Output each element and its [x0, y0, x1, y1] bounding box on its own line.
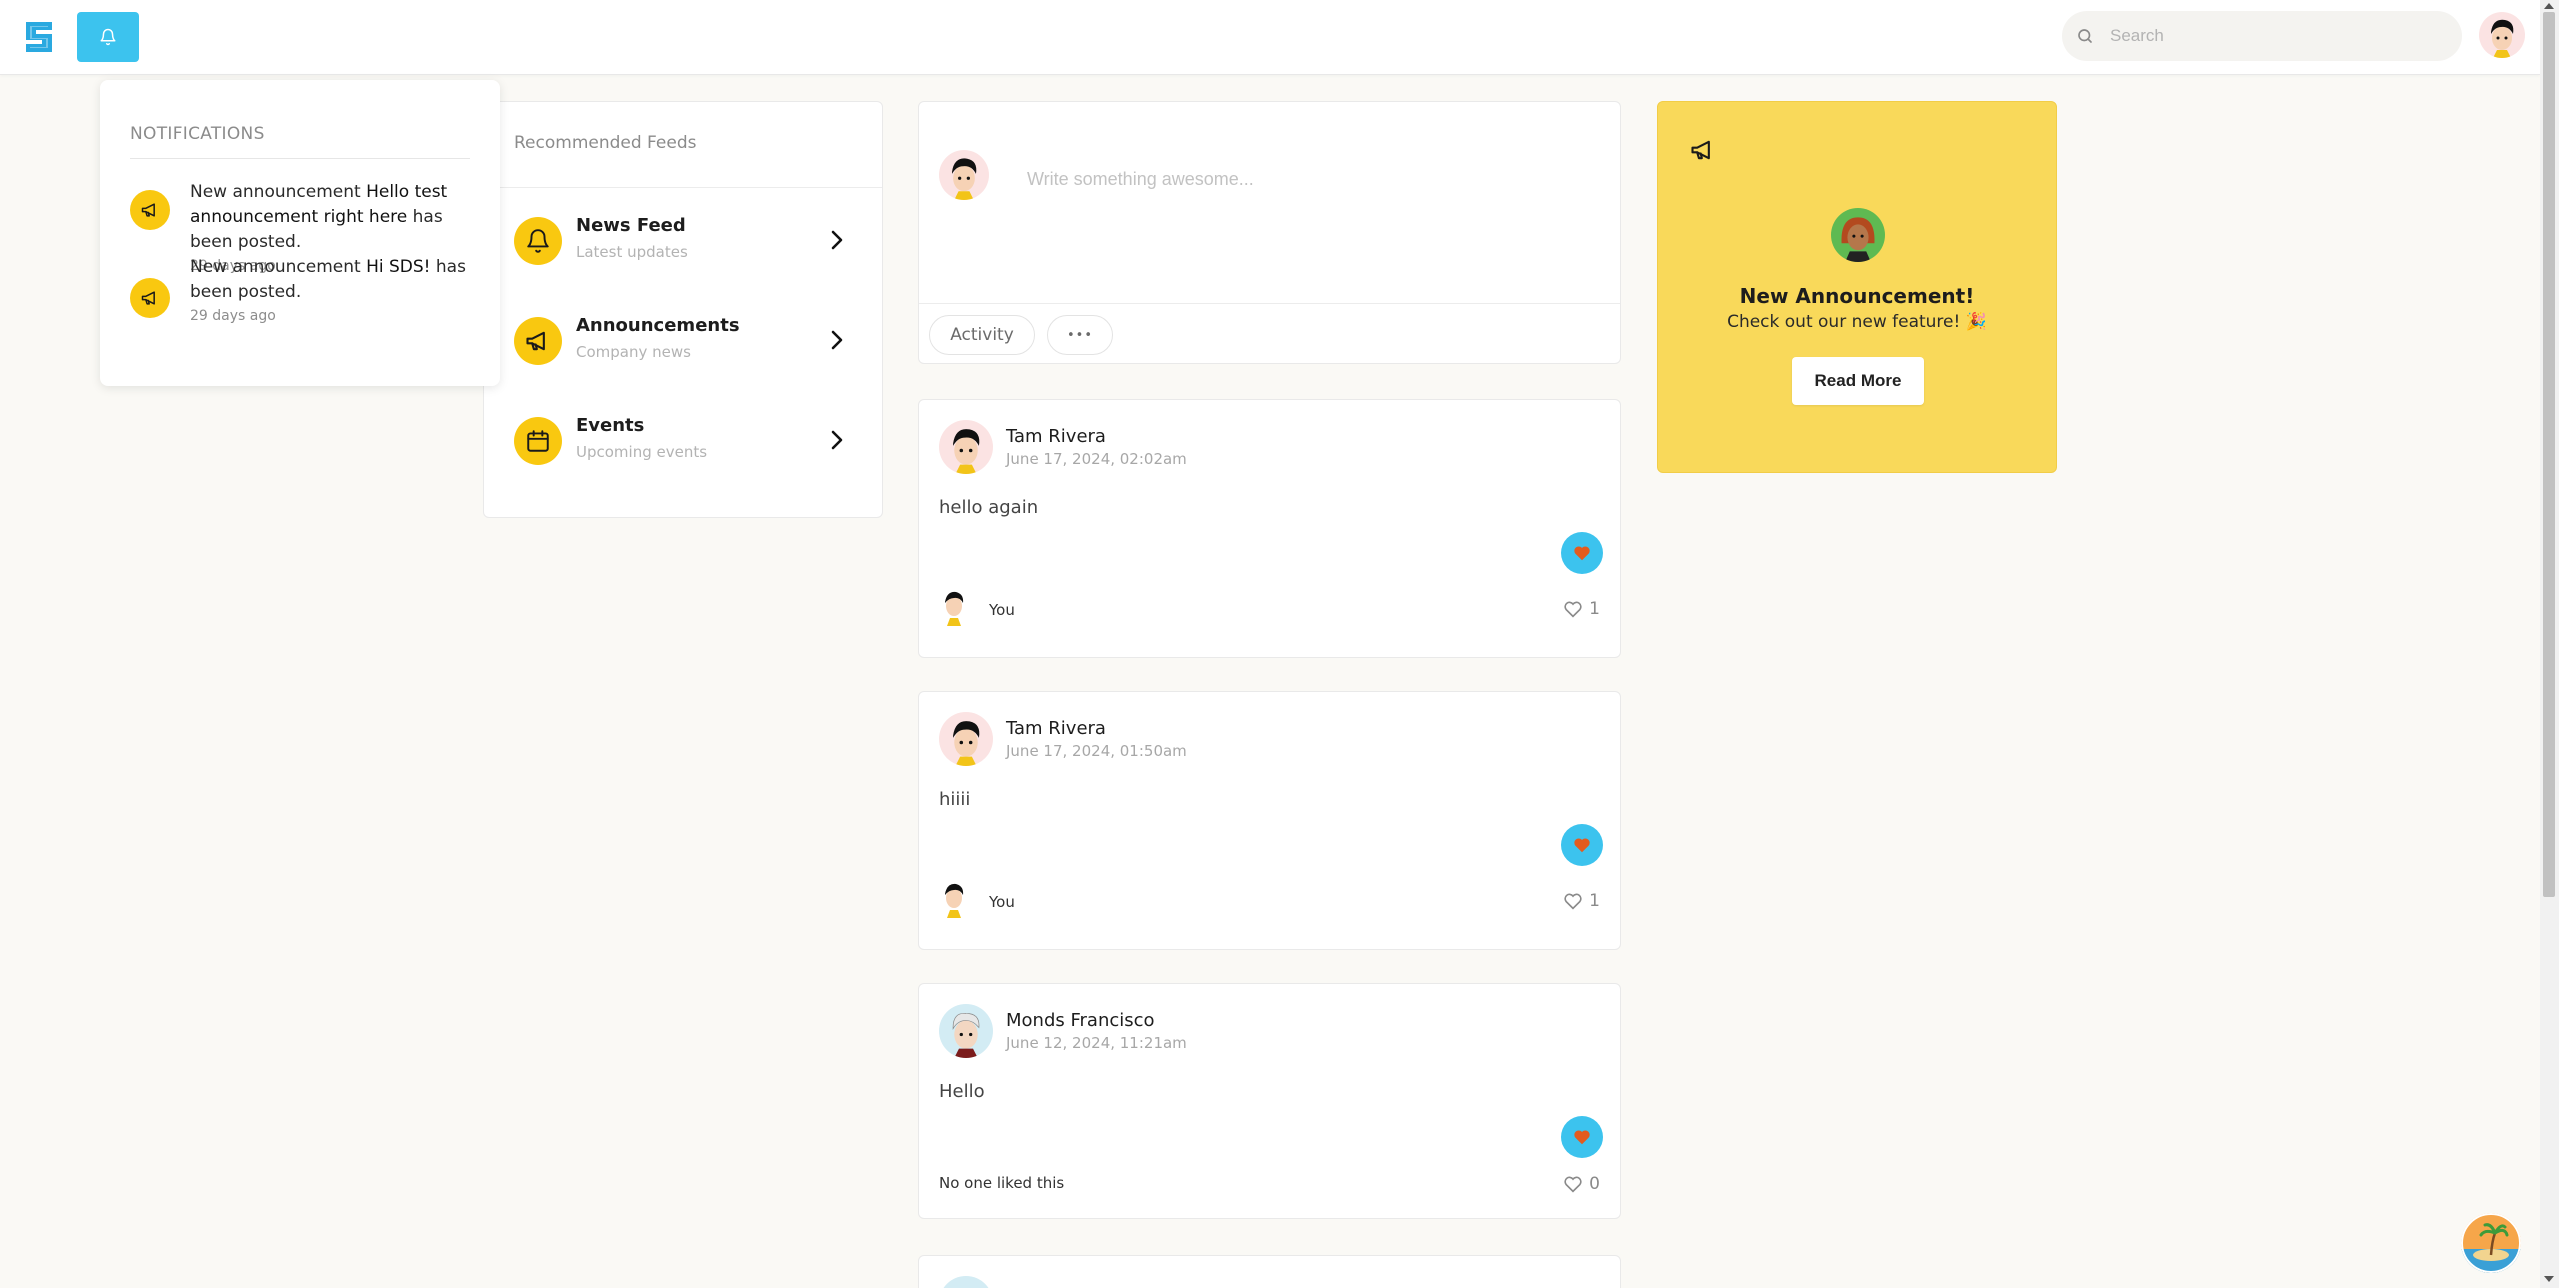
- post-card: [918, 1255, 1621, 1288]
- heart-icon: [1574, 546, 1590, 561]
- megaphone-icon: [514, 317, 562, 365]
- read-more-button[interactable]: Read More: [1792, 357, 1924, 405]
- post-body: Hello: [939, 1081, 985, 1102]
- activity-button[interactable]: Activity: [929, 315, 1035, 355]
- post-author[interactable]: Monds Francisco: [1006, 1010, 1155, 1031]
- post-card: Monds Francisco June 12, 2024, 11:21am H…: [918, 983, 1621, 1219]
- like-count[interactable]: 1: [1563, 599, 1600, 619]
- post-body: hiiii: [939, 789, 971, 810]
- liker-avatar: [939, 880, 969, 918]
- feed-name: News Feed: [576, 215, 686, 236]
- post-body: hello again: [939, 497, 1039, 518]
- announcement-subtitle: Check out our new feature! 🎉: [1727, 312, 1987, 332]
- like-count[interactable]: 0: [1563, 1174, 1600, 1194]
- scroll-up-arrow[interactable]: [2544, 3, 2554, 9]
- like-button[interactable]: [1561, 824, 1603, 866]
- like-button[interactable]: [1561, 1116, 1603, 1158]
- user-avatar[interactable]: [2479, 12, 2525, 58]
- author-avatar[interactable]: [939, 1276, 993, 1288]
- scroll-down-arrow[interactable]: [2544, 1276, 2554, 1282]
- avatar: [939, 150, 989, 200]
- post-date: June 12, 2024, 11:21am: [1006, 1034, 1187, 1052]
- heart-outline-icon: [1564, 893, 1582, 910]
- notification-text: New announcement Hello test announcement…: [190, 182, 448, 252]
- top-navbar: [0, 0, 2540, 75]
- like-count[interactable]: 1: [1563, 891, 1600, 911]
- heart-outline-icon: [1564, 1176, 1582, 1193]
- feed-subtitle: Latest updates: [576, 243, 688, 261]
- post-author[interactable]: Tam Rivera: [1006, 426, 1106, 447]
- post-date: June 17, 2024, 01:50am: [1006, 742, 1187, 760]
- post-card: Tam Rivera June 17, 2024, 02:02am hello …: [918, 399, 1621, 658]
- bell-icon: [100, 28, 116, 46]
- announcement-card: New Announcement! Check out our new feat…: [1657, 101, 2057, 473]
- post-card: Tam Rivera June 17, 2024, 01:50am hiiii …: [918, 691, 1621, 950]
- support-chat-avatar[interactable]: [2461, 1213, 2521, 1273]
- author-avatar[interactable]: [939, 1004, 993, 1058]
- author-avatar[interactable]: [939, 712, 993, 766]
- liked-by-label: No one liked this: [939, 1174, 1065, 1192]
- liked-by-label: You: [989, 893, 1015, 911]
- announcement-avatar: [1831, 208, 1885, 262]
- recommended-feeds-card: Recommended Feeds News Feed Latest updat…: [483, 101, 883, 518]
- feed-name: Announcements: [576, 315, 740, 336]
- feed-item-events[interactable]: Events Upcoming events: [514, 413, 844, 469]
- feed-subtitle: Company news: [576, 343, 691, 361]
- chevron-right-icon[interactable]: [830, 329, 844, 351]
- megaphone-icon: [1691, 140, 1710, 160]
- notifications-dropdown: NOTIFICATIONS New announcement Hello tes…: [100, 80, 500, 386]
- post-author[interactable]: Tam Rivera: [1006, 718, 1106, 739]
- search-icon: [2078, 29, 2092, 43]
- feed-item-announcements[interactable]: Announcements Company news: [514, 313, 844, 369]
- notification-time: 29 days ago: [190, 308, 276, 324]
- liked-by-label: You: [989, 601, 1015, 619]
- feeds-title: Recommended Feeds: [484, 102, 882, 188]
- megaphone-icon: [130, 190, 170, 230]
- heart-outline-icon: [1564, 601, 1582, 618]
- feed-name: Events: [576, 415, 645, 436]
- post-input[interactable]: [1027, 164, 1587, 194]
- like-button[interactable]: [1561, 532, 1603, 574]
- scrollbar-thumb[interactable]: [2543, 12, 2555, 897]
- chevron-right-icon[interactable]: [830, 429, 844, 451]
- calendar-icon: [514, 417, 562, 465]
- logo-icon[interactable]: [24, 20, 54, 54]
- search-input[interactable]: [2110, 11, 2450, 61]
- author-avatar[interactable]: [939, 420, 993, 474]
- liker-avatar: [939, 588, 969, 626]
- feed-subtitle: Upcoming events: [576, 443, 708, 461]
- heart-icon: [1574, 838, 1590, 853]
- notifications-title: NOTIFICATIONS: [130, 124, 470, 159]
- more-options-button[interactable]: •••: [1047, 315, 1113, 355]
- search-box[interactable]: [2062, 11, 2462, 61]
- post-date: June 17, 2024, 02:02am: [1006, 450, 1187, 468]
- post-composer: Activity •••: [918, 101, 1621, 364]
- divider: [919, 303, 1620, 304]
- notifications-button[interactable]: [77, 12, 139, 62]
- chevron-right-icon[interactable]: [830, 229, 844, 251]
- notification-text: New announcement Hi SDS! has been posted…: [190, 257, 466, 302]
- feed-item-news-feed[interactable]: News Feed Latest updates: [514, 213, 844, 269]
- bell-icon: [514, 217, 562, 265]
- heart-icon: [1574, 1130, 1590, 1145]
- announcement-title: Hi SDS!: [366, 257, 431, 277]
- megaphone-icon: [130, 278, 170, 318]
- announcement-title: New Announcement!: [1739, 284, 1975, 308]
